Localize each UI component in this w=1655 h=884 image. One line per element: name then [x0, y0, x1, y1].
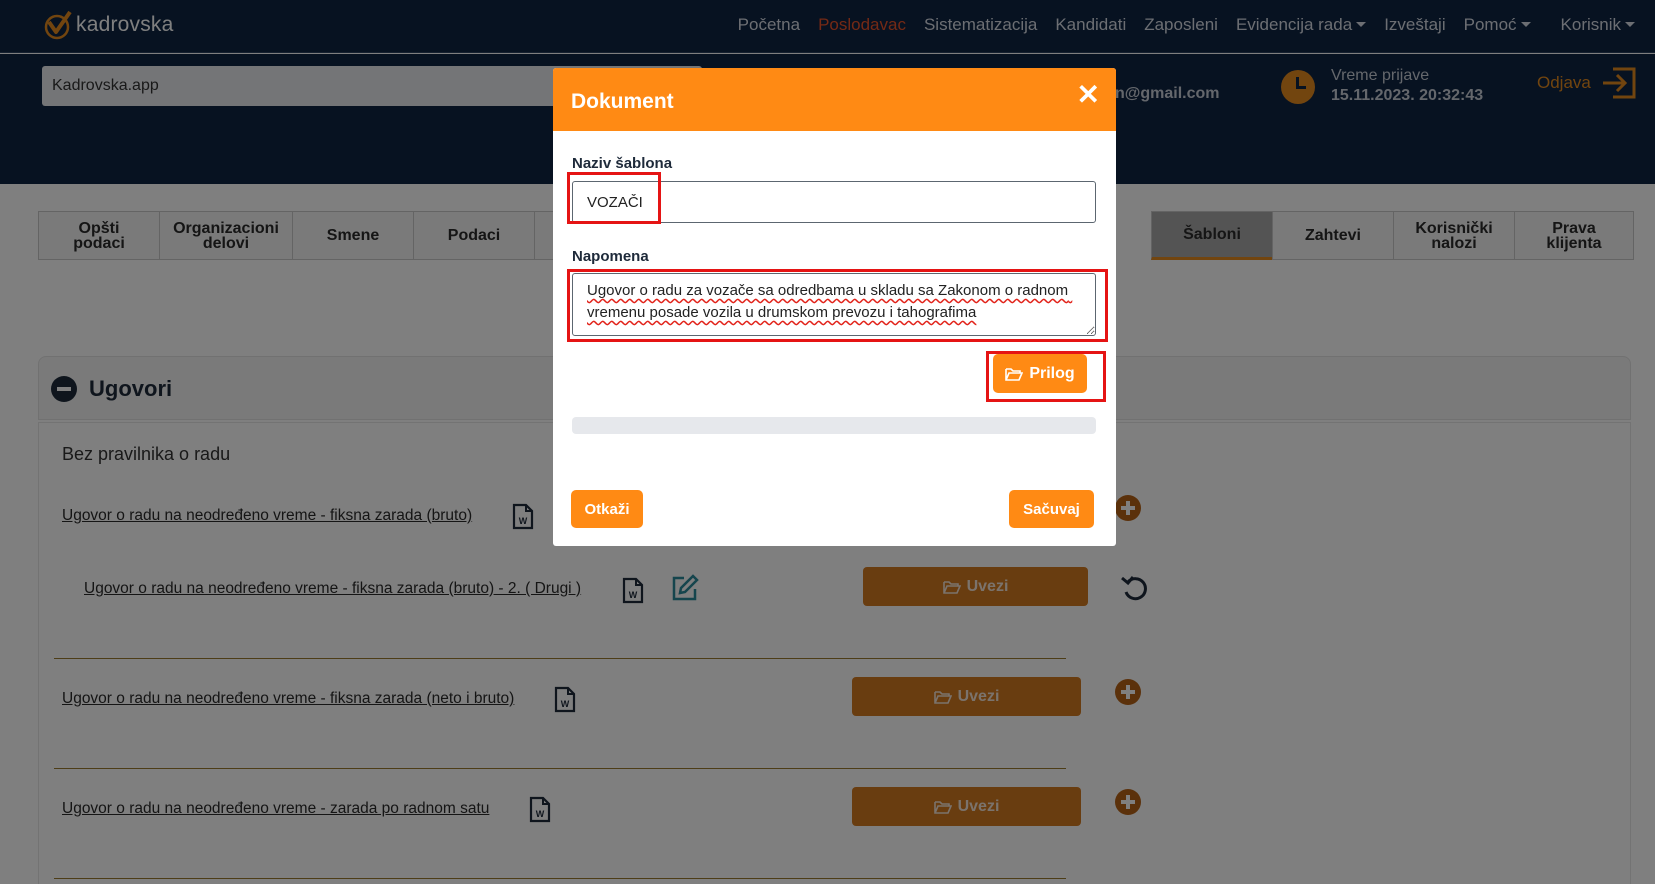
attachment-button[interactable]: Prilog [993, 354, 1087, 393]
attachment-label: Prilog [1029, 364, 1075, 382]
note-label: Napomena [572, 248, 649, 265]
template-name-input[interactable] [572, 181, 1096, 223]
folder-open-icon [1005, 367, 1024, 381]
modal-header: Dokument ✕ [553, 68, 1116, 131]
upload-progress-bar [572, 417, 1096, 434]
note-textarea[interactable]: Ugovor o radu za vozače sa odredbama u s… [572, 273, 1096, 336]
template-name-label: Naziv šablona [572, 155, 673, 172]
cancel-button[interactable]: Otkaži [571, 490, 643, 528]
close-icon[interactable]: ✕ [1077, 80, 1100, 110]
document-modal: Dokument ✕ Naziv šablona Napomena Ugovor… [553, 68, 1116, 546]
modal-title: Dokument [571, 90, 674, 113]
save-button[interactable]: Sačuvaj [1009, 490, 1094, 528]
